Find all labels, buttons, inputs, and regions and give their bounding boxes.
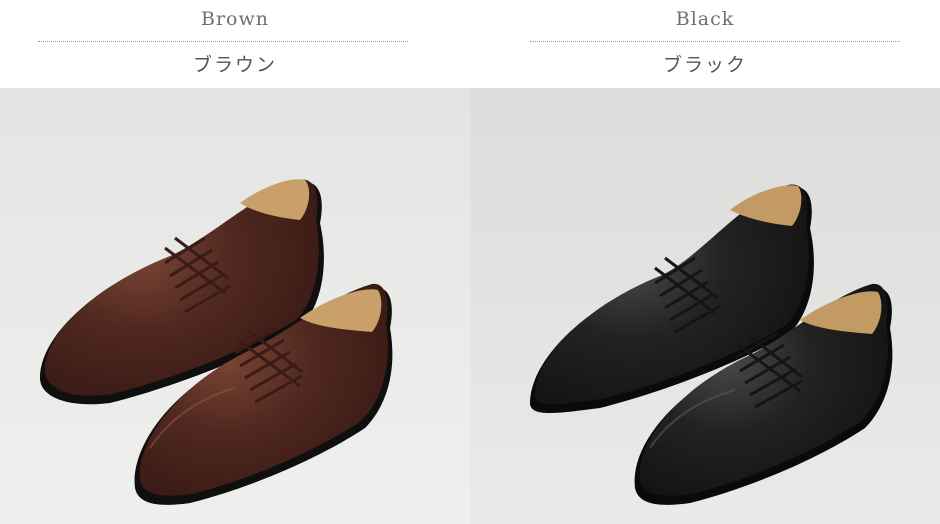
variant-name-ja: ブラウン <box>192 54 277 76</box>
variant-header: Brown ブラウン <box>0 0 470 88</box>
brown-oxford-shoes-image <box>0 88 470 524</box>
color-variant-brown[interactable]: Brown ブラウン <box>0 0 470 524</box>
variant-header: Black ブラック <box>470 0 940 88</box>
variant-name-en: Black <box>675 8 735 30</box>
variant-name-en: Brown <box>201 8 269 30</box>
dotted-divider <box>38 41 408 42</box>
dotted-divider <box>530 41 900 42</box>
product-color-comparison: Brown ブラウン Black ブラック <box>0 0 940 524</box>
color-variant-black[interactable]: Black ブラック <box>470 0 940 524</box>
black-oxford-shoes-image <box>470 88 940 524</box>
variant-name-ja: ブラック <box>662 54 747 76</box>
